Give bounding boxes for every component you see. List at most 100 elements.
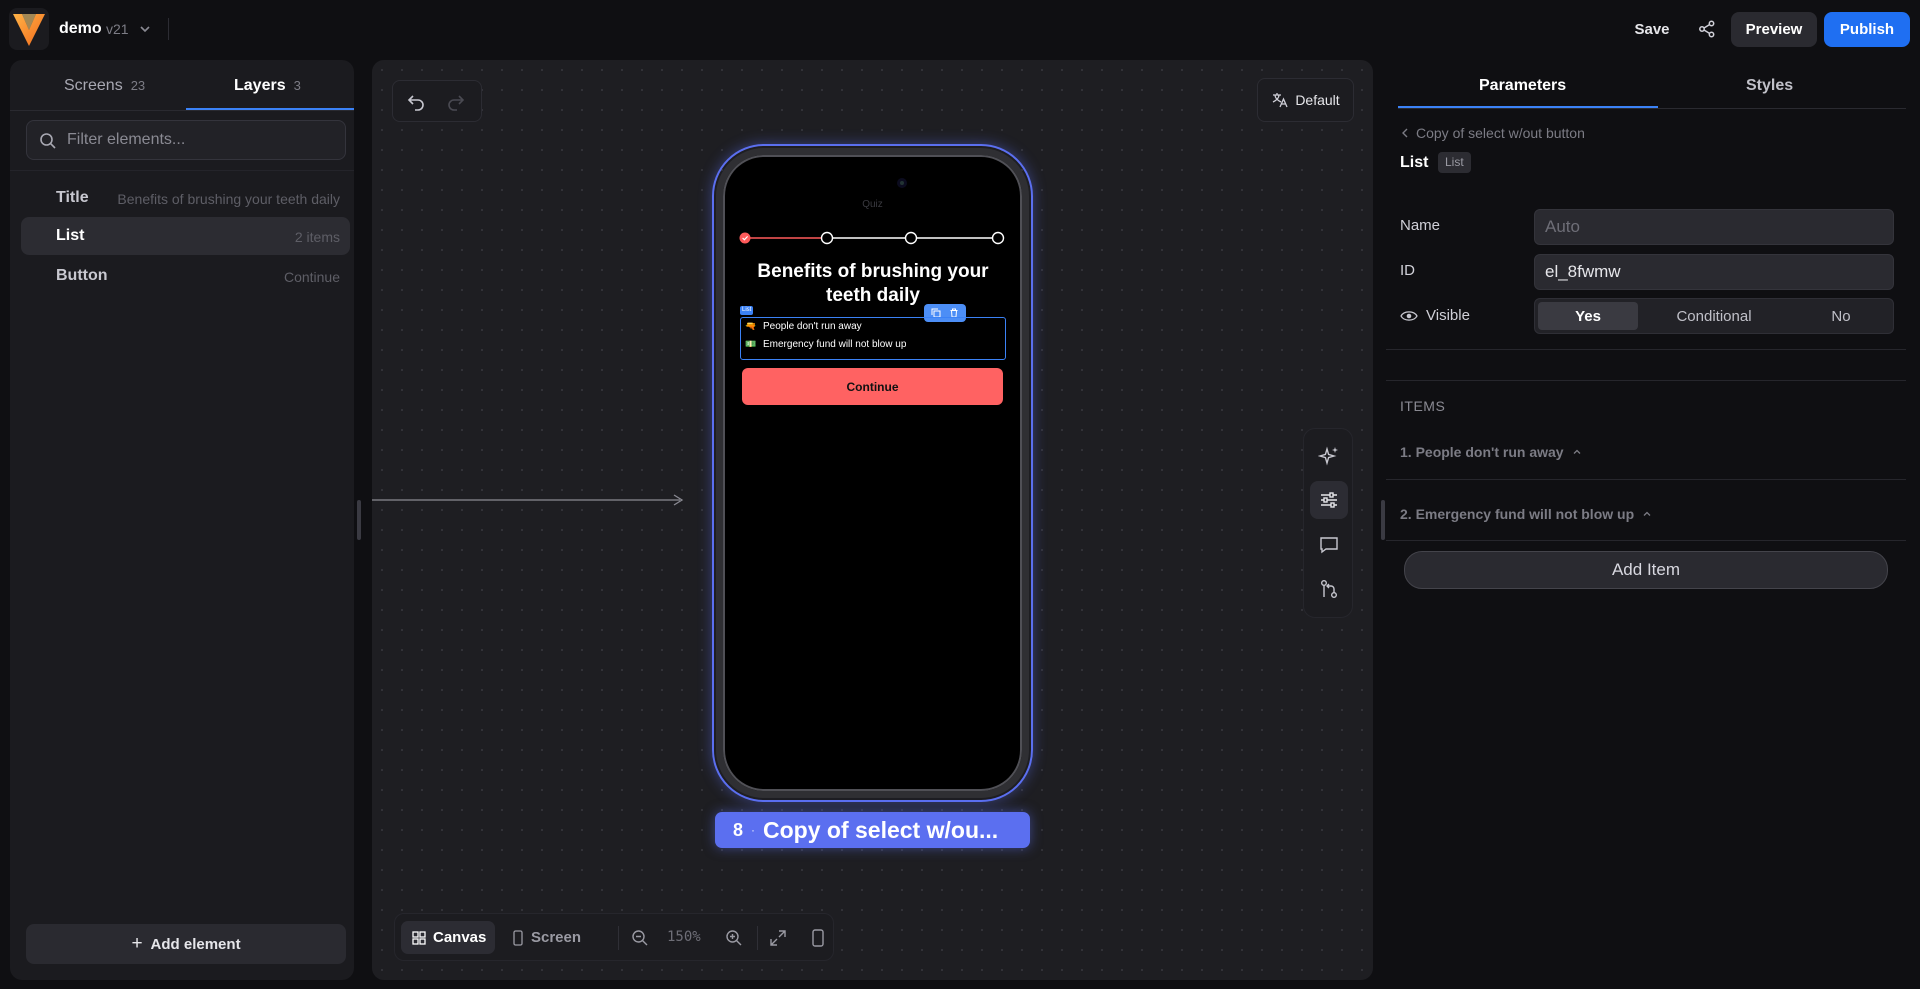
sliders-icon (1321, 492, 1337, 508)
name-input[interactable] (1534, 209, 1894, 245)
translate-icon (1273, 93, 1288, 108)
canvas-view-button[interactable]: Canvas (401, 921, 495, 954)
ai-sparkle-button[interactable] (1310, 437, 1348, 475)
breadcrumb-label: Copy of select w/out button (1416, 125, 1585, 141)
filter-divider (10, 170, 354, 171)
layer-name: List (56, 227, 85, 244)
list-item[interactable]: 🔫 People don't run away (745, 321, 862, 332)
zoom-in-icon[interactable] (725, 928, 743, 948)
preview-button[interactable]: Preview (1731, 12, 1817, 47)
id-input[interactable] (1534, 254, 1894, 290)
app-logo[interactable] (9, 8, 49, 50)
layer-row-title[interactable]: Title Benefits of brushing your teeth da… (21, 179, 350, 217)
add-element-label: Add element (150, 935, 241, 953)
screen-name: Copy of select w/ou... (763, 816, 999, 843)
history-controls (392, 80, 482, 122)
visible-label-text: Visible (1426, 307, 1470, 324)
list-item-emoji: 💵 (745, 339, 757, 349)
layer-meta: Benefits of brushing your teeth daily (117, 191, 340, 207)
list-item-emoji: 🔫 (745, 321, 757, 331)
publish-button[interactable]: Publish (1824, 12, 1910, 47)
git-branch-icon (1321, 580, 1337, 598)
camera-dot (897, 178, 907, 188)
fit-screen-icon[interactable] (769, 928, 787, 948)
sparkle-icon (1318, 446, 1338, 466)
right-resize-handle[interactable] (1381, 500, 1385, 540)
phone-header: Quiz (862, 199, 883, 210)
separator-dot: · (751, 823, 756, 837)
chevron-down-icon[interactable] (138, 22, 152, 36)
language-label: Default (1295, 92, 1340, 108)
layer-name: Button (56, 267, 108, 284)
name-label: Name (1400, 217, 1441, 234)
id-label: ID (1400, 262, 1415, 279)
project-name[interactable]: demo (59, 20, 102, 38)
selected-list[interactable]: 🔫 People don't run away 💵 Emergency fund… (740, 317, 1006, 360)
tab-screens[interactable]: Screens 23 (64, 77, 145, 95)
add-element-button[interactable]: + Add element (26, 924, 346, 964)
filter-elements-input[interactable] (67, 121, 337, 159)
redo-icon[interactable] (445, 91, 467, 113)
comments-tool-button[interactable] (1310, 526, 1348, 564)
language-selector[interactable]: Default (1257, 78, 1354, 122)
tab-parameters[interactable]: Parameters (1479, 77, 1566, 95)
item-row[interactable]: 2. Emergency fund will not blow up (1400, 506, 1652, 522)
undo-icon[interactable] (405, 91, 427, 113)
canvas-side-toolbar (1303, 428, 1353, 618)
screen-view-label: Screen (531, 929, 582, 946)
flow-tool-button[interactable] (1310, 570, 1348, 608)
tabs-divider (1398, 108, 1906, 109)
bottom-bar-divider (618, 926, 619, 950)
zoom-out-icon[interactable] (631, 928, 649, 948)
device-frame-icon[interactable] (811, 928, 825, 948)
layer-row-list[interactable]: List 2 items (21, 217, 350, 255)
list-item-text: Emergency fund will not blow up (763, 339, 907, 350)
section-divider (1386, 380, 1906, 381)
screen-name-label[interactable]: 8 · Copy of select w/ou... (715, 812, 1030, 848)
share-icon (1699, 20, 1715, 38)
visible-yes-option[interactable]: Yes (1538, 302, 1638, 330)
visible-no-option[interactable]: No (1791, 302, 1891, 330)
tab-layers[interactable]: Layers 3 (234, 77, 301, 95)
project-version: v21 (106, 21, 129, 37)
layer-row-button[interactable]: Button Continue (21, 257, 350, 295)
chevron-up-icon (1573, 449, 1581, 454)
screen-view-button[interactable]: Screen (505, 921, 581, 954)
save-button[interactable]: Save (1622, 12, 1682, 46)
left-resize-handle[interactable] (357, 500, 361, 540)
filter-box (26, 120, 346, 160)
layer-meta: Continue (283, 269, 340, 285)
add-item-button[interactable]: Add Item (1404, 551, 1888, 589)
chevron-left-icon (1402, 128, 1408, 138)
quiz-progress-bar (739, 231, 1005, 245)
list-item-text: People don't run away (763, 321, 862, 332)
zoom-level: 150% (667, 929, 701, 945)
phone-preview[interactable]: Quiz Benefits of brushing your teeth dai… (716, 148, 1029, 798)
tab-styles[interactable]: Styles (1746, 77, 1793, 95)
tab-layers-label: Layers (234, 77, 286, 94)
comment-icon (1320, 537, 1338, 554)
visible-conditional-option[interactable]: Conditional (1645, 302, 1783, 330)
eye-icon (1400, 310, 1418, 321)
tab-screens-count: 23 (130, 78, 146, 93)
item-row[interactable]: 1. People don't run away (1400, 444, 1582, 460)
item-divider (1386, 479, 1906, 480)
item-divider (1386, 540, 1906, 541)
canvas[interactable]: Default Quiz Benefits of brushing your t… (372, 60, 1373, 980)
continue-button[interactable]: Continue (742, 368, 1003, 405)
breadcrumb-back[interactable]: Copy of select w/out button (1400, 125, 1585, 141)
element-type-badge: List (1438, 152, 1471, 173)
list-item[interactable]: 💵 Emergency fund will not blow up (745, 339, 906, 350)
item-row-label: 2. Emergency fund will not blow up (1400, 506, 1635, 522)
layer-meta: 2 items (294, 229, 340, 245)
visible-label: Visible (1400, 307, 1470, 324)
phone-icon (513, 929, 523, 946)
right-panel: Parameters Styles Copy of select w/out b… (1386, 60, 1906, 980)
canvas-bottom-bar: Canvas Screen 150% (394, 913, 834, 961)
topbar-divider (168, 18, 169, 40)
parameters-tool-button[interactable] (1310, 481, 1348, 519)
tab-layers-count: 3 (293, 78, 301, 93)
phone-title[interactable]: Benefits of brushing your teeth daily (743, 260, 1003, 308)
share-button[interactable] (1690, 12, 1724, 46)
list-tag: List (740, 306, 754, 315)
